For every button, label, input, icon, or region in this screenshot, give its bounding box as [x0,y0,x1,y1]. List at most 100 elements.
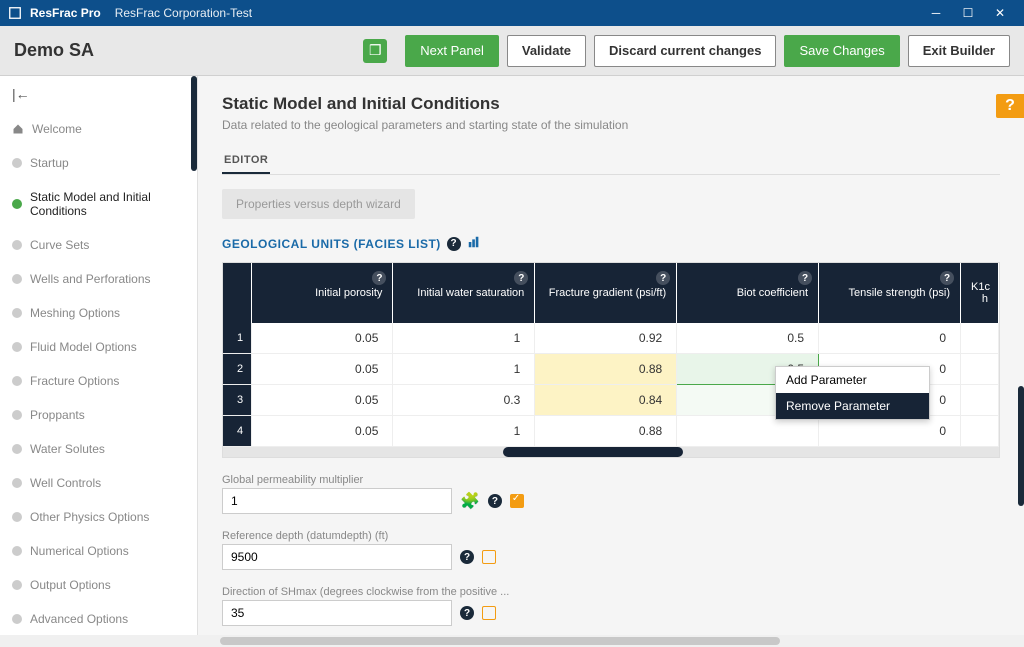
cell-iws[interactable]: 1 [393,416,535,447]
sidebar-scrollbar[interactable] [191,76,197,171]
checkbox-toggle[interactable] [510,494,524,508]
save-button[interactable]: Save Changes [784,35,899,67]
info-icon[interactable]: ? [798,271,812,285]
sidebar-item-label: Meshing Options [30,306,120,320]
cell-ts[interactable]: 0 [819,416,961,447]
sidebar-item-fluid-model[interactable]: Fluid Model Options [0,330,197,364]
cube-icon[interactable]: ❒ [363,39,387,63]
cell-porosity[interactable]: 0.05 [251,385,393,416]
sidebar-item-label: Water Solutes [30,442,105,456]
table-row[interactable]: 4 0.05 1 0.88 0 [223,416,999,447]
sidebar-item-label: Advanced Options [30,612,128,626]
collapse-sidebar-button[interactable]: |← [0,76,197,112]
info-icon[interactable]: ? [372,271,386,285]
status-dot-icon [12,546,22,556]
wizard-button[interactable]: Properties versus depth wizard [222,189,415,219]
maximize-button[interactable]: ☐ [952,0,984,26]
info-icon[interactable]: ? [488,494,502,508]
field-label: Reference depth (datumdepth) (ft) [222,530,1000,542]
sidebar-item-label: Output Options [30,578,111,592]
reference-depth-input[interactable] [222,544,452,570]
status-dot-icon [12,274,22,284]
cell-iws[interactable]: 1 [393,354,535,385]
cell-iws[interactable]: 0.3 [393,385,535,416]
cell-fg[interactable]: 0.84 [535,385,677,416]
sidebar-item-other-physics[interactable]: Other Physics Options [0,500,197,534]
header: Demo SA ❒ Next Panel Validate Discard cu… [0,26,1024,76]
col-k1c[interactable]: K1c h [961,263,999,323]
context-menu-remove-parameter[interactable]: Remove Parameter [776,393,929,419]
shmax-direction-input[interactable] [222,600,452,626]
puzzle-icon[interactable]: 🧩 [460,491,480,511]
tabs: EDITOR [222,148,1000,175]
info-icon[interactable]: ? [447,237,461,251]
sidebar-item-label: Welcome [32,122,82,136]
content: ? Static Model and Initial Conditions Da… [198,76,1024,647]
col-fracture-gradient[interactable]: Fracture gradient (psi/ft)? [535,263,677,323]
close-button[interactable]: ✕ [984,0,1016,26]
sidebar-item-water-solutes[interactable]: Water Solutes [0,432,197,466]
exit-builder-button[interactable]: Exit Builder [908,35,1010,67]
discard-button[interactable]: Discard current changes [594,35,776,67]
info-icon[interactable]: ? [656,271,670,285]
sidebar-item-static-model[interactable]: Static Model and Initial Conditions [0,180,197,228]
sidebar-item-numerical[interactable]: Numerical Options [0,534,197,568]
status-dot-icon [12,342,22,352]
product-name: ResFrac Pro [30,6,101,20]
checkbox-toggle[interactable] [482,550,496,564]
home-icon [12,123,24,135]
sidebar-item-curve-sets[interactable]: Curve Sets [0,228,197,262]
cell-fg[interactable]: 0.88 [535,354,677,385]
tab-editor[interactable]: EDITOR [222,148,270,174]
sidebar-item-advanced[interactable]: Advanced Options [0,602,197,636]
cell-fg[interactable]: 0.92 [535,323,677,354]
content-scrollbar[interactable] [1018,386,1024,506]
cell-biot[interactable]: 0.5 [677,323,819,354]
page-subtitle: Data related to the geological parameter… [222,118,1000,132]
chart-icon[interactable] [467,235,481,252]
checkbox-toggle[interactable] [482,606,496,620]
page-title: Static Model and Initial Conditions [222,94,1000,114]
field-reference-depth: Reference depth (datumdepth) (ft) ? [222,530,1000,570]
sidebar-item-startup[interactable]: Startup [0,146,197,180]
context-menu-add-parameter[interactable]: Add Parameter [776,367,929,393]
info-icon[interactable]: ? [460,606,474,620]
row-number: 3 [223,385,251,416]
col-tensile-strength[interactable]: Tensile strength (psi)? [819,263,961,323]
table-row[interactable]: 1 0.05 1 0.92 0.5 0 [223,323,999,354]
section-header: GEOLOGICAL UNITS (FACIES LIST) ? [222,235,1000,252]
sidebar-item-wells[interactable]: Wells and Perforations [0,262,197,296]
sidebar-item-output[interactable]: Output Options [0,568,197,602]
global-permeability-input[interactable] [222,488,452,514]
cell-porosity[interactable]: 0.05 [251,354,393,385]
sidebar-item-fracture[interactable]: Fracture Options [0,364,197,398]
next-panel-button[interactable]: Next Panel [405,35,499,67]
sidebar-item-well-controls[interactable]: Well Controls [0,466,197,500]
row-number: 1 [223,323,251,354]
row-number: 4 [223,416,251,447]
table-horizontal-scrollbar[interactable] [223,447,999,457]
col-initial-porosity[interactable]: Initial porosity? [251,263,393,323]
minimize-button[interactable]: ─ [920,0,952,26]
field-shmax-direction: Direction of SHmax (degrees clockwise fr… [222,586,1000,626]
app-logo-icon [8,6,22,20]
cell-biot[interactable] [677,416,819,447]
info-icon[interactable]: ? [460,550,474,564]
col-biot-coefficient[interactable]: Biot coefficient? [677,263,819,323]
info-icon[interactable]: ? [514,271,528,285]
cell-iws[interactable]: 1 [393,323,535,354]
info-icon[interactable]: ? [940,271,954,285]
cell-porosity[interactable]: 0.05 [251,416,393,447]
help-button[interactable]: ? [996,94,1024,118]
cell-fg[interactable]: 0.88 [535,416,677,447]
cell-ts[interactable]: 0 [819,323,961,354]
sidebar-item-welcome[interactable]: Welcome [0,112,197,146]
project-title: Demo SA [14,40,94,61]
validate-button[interactable]: Validate [507,35,586,67]
sidebar-item-proppants[interactable]: Proppants [0,398,197,432]
sidebar-item-meshing[interactable]: Meshing Options [0,296,197,330]
col-initial-water-saturation[interactable]: Initial water saturation? [393,263,535,323]
cell-porosity[interactable]: 0.05 [251,323,393,354]
window-horizontal-scrollbar[interactable] [0,635,1024,647]
row-number: 2 [223,354,251,385]
